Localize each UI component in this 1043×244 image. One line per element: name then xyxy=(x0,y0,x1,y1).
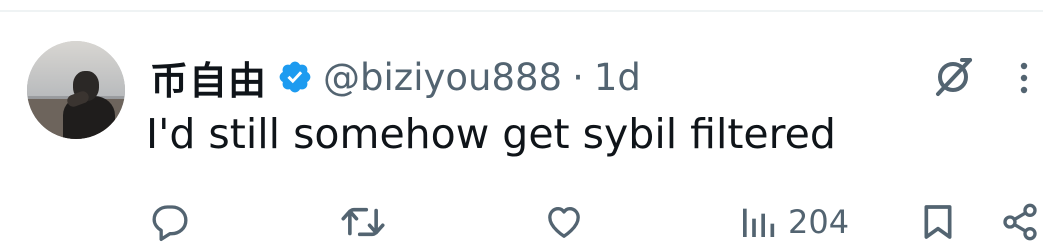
author-handle[interactable]: @biziyou888 xyxy=(323,56,562,99)
views-button[interactable]: 204 xyxy=(738,200,849,244)
share-button[interactable] xyxy=(1000,200,1040,244)
views-count: 204 xyxy=(788,203,850,241)
more-options-icon[interactable] xyxy=(1013,58,1035,98)
like-button[interactable] xyxy=(543,200,585,244)
top-divider xyxy=(0,10,1043,12)
retweet-button[interactable] xyxy=(340,200,386,244)
bookmark-button[interactable] xyxy=(920,200,956,244)
tweet-timestamp[interactable]: 1d xyxy=(594,56,641,99)
reply-icon xyxy=(152,205,188,241)
views-icon xyxy=(743,208,775,237)
header-separator: · xyxy=(572,55,584,99)
author-display-name[interactable]: 币自由 xyxy=(150,50,267,105)
verified-badge-icon xyxy=(277,59,313,95)
tweet-header: 币自由 @biziyou888 · 1d xyxy=(150,50,641,105)
share-icon xyxy=(1003,203,1037,241)
tweet-text: I'd still somehow get sybil filtered xyxy=(146,110,836,158)
avatar[interactable] xyxy=(27,41,125,139)
grok-icon[interactable] xyxy=(930,54,976,100)
reply-button[interactable] xyxy=(150,200,190,244)
heart-icon xyxy=(548,207,580,238)
bookmark-icon xyxy=(924,205,952,239)
retweet-icon xyxy=(341,207,385,237)
